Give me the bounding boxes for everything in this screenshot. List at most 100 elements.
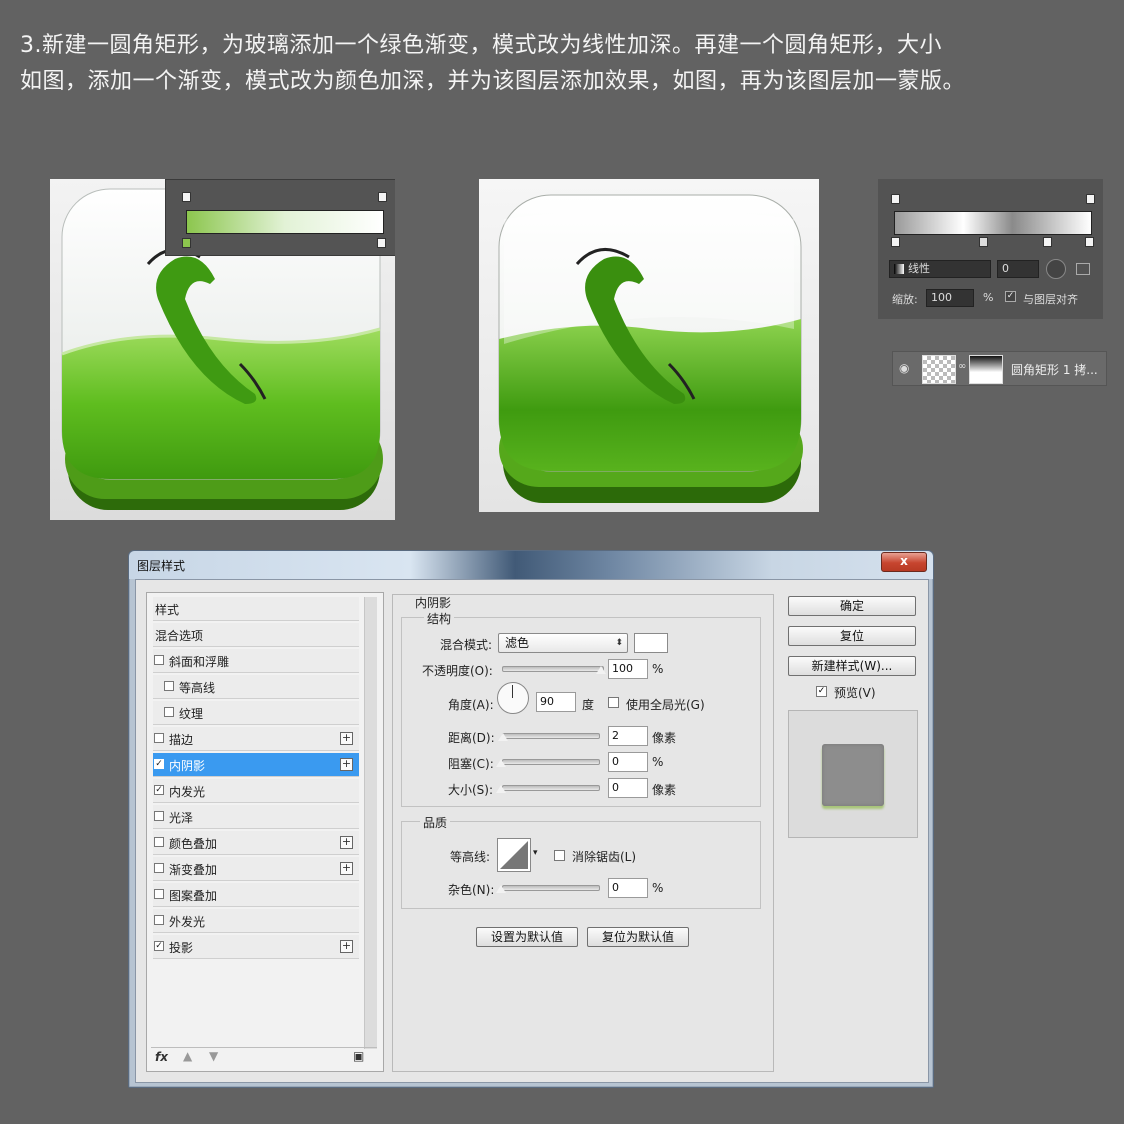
style-item-checkbox[interactable] — [154, 655, 164, 665]
ok-button[interactable]: 确定 — [788, 596, 916, 616]
color-stop-white[interactable] — [377, 238, 386, 248]
reset-button[interactable]: 复位 — [788, 626, 916, 646]
distance-field[interactable]: 2 — [608, 726, 648, 746]
styles-scrollbar[interactable] — [364, 597, 377, 1049]
trash-icon[interactable]: ▣ — [353, 1049, 364, 1063]
style-item[interactable]: 等高线 — [153, 675, 359, 699]
style-item-checkbox[interactable] — [154, 733, 164, 743]
opacity-field[interactable]: 100 — [608, 659, 648, 679]
size-slider-thumb[interactable] — [496, 785, 506, 793]
opacity-stop-right[interactable] — [1086, 194, 1095, 204]
blend-options-item[interactable]: 混合选项 — [153, 623, 359, 647]
fx-icon[interactable]: fx — [155, 1050, 168, 1064]
gradient-bar[interactable] — [186, 210, 384, 234]
color-stop-2[interactable] — [979, 237, 988, 247]
contour-picker[interactable] — [497, 838, 531, 872]
choke-field[interactable]: 0 — [608, 752, 648, 772]
gradient-type-select[interactable]: 线性 — [889, 260, 991, 278]
style-item-checkbox[interactable] — [154, 863, 164, 873]
style-item[interactable]: ✓ 内阴影 + — [153, 753, 359, 777]
new-style-button[interactable]: 新建样式(W)... — [788, 656, 916, 676]
style-item-checkbox[interactable] — [164, 681, 174, 691]
dialog-titlebar[interactable]: 图层样式 x — [129, 551, 933, 579]
style-item[interactable]: 斜面和浮雕 — [153, 649, 359, 673]
distance-slider[interactable] — [502, 733, 600, 739]
opacity-slider-thumb[interactable] — [596, 666, 606, 674]
phone-app-icon-2 — [498, 194, 803, 503]
align-with-layer-checkbox[interactable]: ✓ — [1005, 291, 1016, 302]
shadow-color-swatch[interactable] — [634, 633, 668, 653]
move-down-icon[interactable]: ▼ — [209, 1049, 218, 1063]
style-item[interactable]: ✓ 投影 + — [153, 935, 359, 959]
styles-list: 样式 混合选项 斜面和浮雕 等高线 纹理 描边 + ✓ 内阴影 + ✓ 内发光 光泽 颜色叠加 + 渐变叠… — [146, 592, 384, 1072]
antialias-label: 消除锯齿(L) — [572, 850, 637, 864]
size-field[interactable]: 0 — [608, 778, 648, 798]
gradient-settings-panel: 线性 0 缩放: 100 % ✓ 与图层对齐 — [878, 179, 1103, 319]
add-effect-icon[interactable]: + — [340, 732, 353, 745]
noise-field[interactable]: 0 — [608, 878, 648, 898]
scale-field[interactable]: 100 — [926, 289, 974, 307]
color-stop-4[interactable] — [1085, 237, 1094, 247]
antialias-checkbox[interactable] — [554, 850, 565, 861]
style-preview-swatch — [822, 744, 884, 806]
style-item-checkbox[interactable] — [154, 889, 164, 899]
link-icon[interactable]: ∞ — [958, 361, 966, 372]
style-item[interactable]: 描边 + — [153, 727, 359, 751]
style-item[interactable]: 外发光 — [153, 909, 359, 933]
preview-checkbox[interactable]: ✓ — [816, 686, 827, 697]
noise-slider-thumb[interactable] — [496, 885, 506, 893]
style-item-checkbox[interactable] — [154, 837, 164, 847]
noise-unit: % — [652, 881, 664, 895]
style-item[interactable]: 图案叠加 — [153, 883, 359, 907]
opacity-stop-right[interactable] — [378, 192, 387, 202]
color-stop-green[interactable] — [182, 238, 191, 248]
style-item-checkbox[interactable] — [154, 811, 164, 821]
angle-dial-icon[interactable] — [1046, 259, 1066, 279]
opacity-slider[interactable] — [502, 666, 604, 672]
style-item[interactable]: 光泽 — [153, 805, 359, 829]
layer-thumbnail[interactable] — [922, 355, 956, 384]
dialog-body: 样式 混合选项 斜面和浮雕 等高线 纹理 描边 + ✓ 内阴影 + ✓ 内发光 光泽 颜色叠加 + 渐变叠… — [135, 579, 929, 1083]
style-item[interactable]: 颜色叠加 + — [153, 831, 359, 855]
styles-header[interactable]: 样式 — [153, 597, 359, 621]
choke-slider-thumb[interactable] — [496, 759, 506, 767]
style-item-checkbox[interactable] — [154, 915, 164, 925]
noise-slider[interactable] — [502, 885, 600, 891]
close-button[interactable]: x — [881, 552, 927, 572]
style-item-checkbox[interactable] — [164, 707, 174, 717]
add-effect-icon[interactable]: + — [340, 758, 353, 771]
style-item[interactable]: 渐变叠加 + — [153, 857, 359, 881]
visibility-eye-icon[interactable]: ◉ — [899, 361, 909, 375]
blend-mode-select[interactable]: 滤色 ⬍ — [498, 633, 628, 653]
move-up-icon[interactable]: ▲ — [183, 1049, 192, 1063]
gradient-type-label: 线性 — [908, 262, 930, 275]
size-label: 大小(S): — [448, 783, 494, 797]
style-item-checkbox[interactable]: ✓ — [154, 785, 164, 795]
style-item[interactable]: ✓ 内发光 — [153, 779, 359, 803]
add-effect-icon[interactable]: + — [340, 836, 353, 849]
layer-row[interactable]: ◉ ∞ 圆角矩形 1 拷... — [892, 351, 1107, 386]
add-effect-icon[interactable]: + — [340, 940, 353, 953]
gradient-angle-field[interactable]: 0 — [997, 260, 1039, 278]
gradient-bar[interactable] — [894, 211, 1092, 235]
style-item-checkbox[interactable]: ✓ — [154, 759, 164, 769]
contour-dropdown-icon[interactable]: ▾ — [533, 848, 538, 858]
style-item[interactable]: 纹理 — [153, 701, 359, 725]
gradient-options-icon[interactable] — [1076, 263, 1090, 275]
color-stop-3[interactable] — [1043, 237, 1052, 247]
angle-dial-icon[interactable] — [497, 682, 529, 714]
opacity-stop-left[interactable] — [891, 194, 900, 204]
add-effect-icon[interactable]: + — [340, 862, 353, 875]
color-stop-1[interactable] — [891, 237, 900, 247]
angle-field[interactable]: 90 — [536, 692, 576, 712]
section-title: 内阴影 — [415, 596, 452, 610]
choke-slider[interactable] — [502, 759, 600, 765]
global-light-checkbox[interactable] — [608, 697, 619, 708]
reset-default-button[interactable]: 复位为默认值 — [587, 927, 689, 947]
layer-mask-thumbnail[interactable] — [969, 355, 1003, 384]
distance-slider-thumb[interactable] — [498, 733, 508, 741]
opacity-stop-left[interactable] — [182, 192, 191, 202]
size-slider[interactable] — [502, 785, 600, 791]
set-default-button[interactable]: 设置为默认值 — [476, 927, 578, 947]
style-item-checkbox[interactable]: ✓ — [154, 941, 164, 951]
